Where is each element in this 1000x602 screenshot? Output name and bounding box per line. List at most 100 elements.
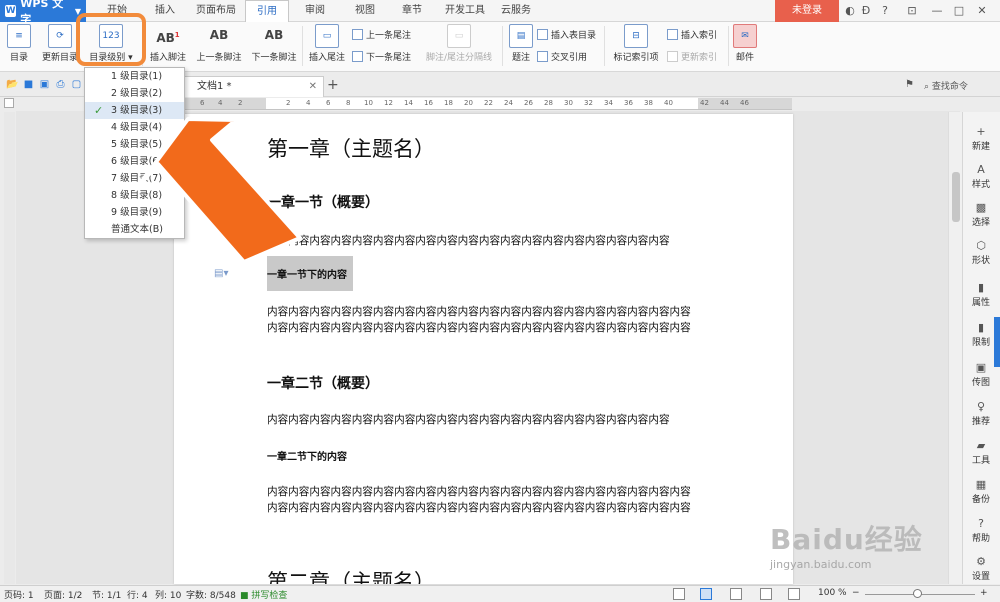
tab-insert[interactable]: 插入 [150, 0, 180, 22]
backup-icon: ▦ [975, 478, 987, 491]
ruler-number: 8 [346, 99, 351, 107]
watermark-url: jingyan.baidu.com [770, 558, 872, 571]
feedback-icon[interactable]: Ð [858, 3, 874, 19]
ruler-number: 32 [584, 99, 593, 107]
sidebar-item-recommend[interactable]: ♀ 推荐 [963, 399, 999, 427]
mark-index-icon: ⊟ [624, 24, 648, 48]
ruler-number: 12 [384, 99, 393, 107]
find-command-search[interactable]: ⌕ 查找命令 [924, 79, 968, 92]
close-tab-icon[interactable]: ✕ [309, 77, 317, 97]
prev-footnote-button[interactable]: AB 上一条脚注 [193, 24, 245, 63]
minimize-icon[interactable]: — [929, 3, 945, 19]
body-text: 内容内容内容内容内容内容内容内容内容内容内容内容内容内容内容内容内容内容内容 [267, 414, 670, 426]
toc-button[interactable]: ≡ 目录 [4, 24, 34, 63]
toc-level-2-option[interactable]: 2 级目录(2) [85, 85, 184, 102]
watermark-logo: Baidu经验 [770, 523, 923, 556]
toc-level-5-option[interactable]: 5 级目录(5) [85, 136, 184, 153]
toc-level-3-option[interactable]: ✓ 3 级目录(3) [85, 102, 184, 119]
print-icon[interactable]: ⎙ [54, 78, 67, 91]
insert-endnote-button[interactable]: ▭ 插入尾注 [306, 24, 348, 63]
update-toc-button[interactable]: ⟳ 更新目录 [40, 24, 80, 63]
close-icon[interactable]: ✕ [974, 3, 990, 19]
open-icon[interactable]: 📂 [6, 78, 19, 91]
ruler-number: 6 [200, 99, 205, 107]
status-page-code[interactable]: 页码: 1 [4, 588, 34, 601]
footnote-separator-button[interactable]: ▭ 脚注/尾注分隔线 [420, 24, 498, 63]
next-footnote-button[interactable]: AB 下一条脚注 [248, 24, 300, 63]
separator-icon: ▭ [447, 24, 471, 48]
vertical-ruler[interactable] [4, 112, 15, 584]
toc-level-7-option[interactable]: 7 级目录(7) [85, 170, 184, 187]
sidebar-item-shape[interactable]: ⬡ 形状 [963, 238, 999, 266]
pin-icon[interactable]: ⚑ [903, 78, 916, 91]
tab-cloud[interactable]: 云服务 [496, 0, 536, 22]
ruler-number: 34 [604, 99, 613, 107]
scrollbar-thumb[interactable] [952, 172, 960, 222]
sidebar-item-property[interactable]: ▮ 属性 [963, 280, 999, 308]
save-icon[interactable]: ■ [22, 78, 35, 91]
ribbon-divider [302, 26, 303, 66]
tab-view[interactable]: 视图 [350, 0, 380, 22]
spell-check-indicator[interactable]: ■ 拼写检查 [240, 588, 287, 601]
focus-mode-icon[interactable] [673, 588, 685, 600]
update-index-button[interactable]: 更新索引 [667, 50, 717, 63]
restore-icon[interactable]: ⊡ [904, 3, 920, 19]
maximize-icon[interactable]: □ [951, 3, 967, 19]
sidebar-item-style[interactable]: A 样式 [963, 162, 999, 190]
body-text: 内容内容内容内容内容内容内容内容内容内容内容内容内容内容内容内容内容内容内容内容 [267, 486, 691, 498]
chapter-heading: 第二章（主题名） [267, 570, 435, 584]
paragraph-handle-icon[interactable]: ▤▾ [214, 268, 228, 279]
status-word-count[interactable]: 字数: 8/548 [186, 588, 236, 601]
mail-button[interactable]: ✉ 邮件 [733, 24, 757, 63]
sidebar-item-backup[interactable]: ▦ 备份 [963, 477, 999, 505]
ruler-number: 26 [524, 99, 533, 107]
next-endnote-button[interactable]: 下一条尾注 [352, 50, 411, 63]
plain-text-option[interactable]: 普通文本(B) [85, 221, 184, 238]
document-tab[interactable]: 文档1 * ✕ [180, 76, 324, 97]
page-view-icon[interactable] [700, 588, 712, 600]
toc-level-9-option[interactable]: 9 级目录(9) [85, 204, 184, 221]
login-button[interactable]: 未登录 [775, 0, 839, 22]
shape-icon: ⬡ [976, 239, 986, 252]
ruler-corner[interactable] [4, 98, 14, 108]
sidebar-item-new[interactable]: + 新建 [963, 124, 999, 152]
sidebar-item-select[interactable]: ▩ 选择 [963, 200, 999, 228]
app-menu-button[interactable]: W WPS 文字 ▼ [0, 0, 86, 26]
ruler-number: 28 [544, 99, 553, 107]
add-tab-icon[interactable]: + [327, 76, 341, 94]
tab-review[interactable]: 审阅 [300, 0, 330, 22]
horizontal-ruler[interactable]: 6 4 2 2 4 6 8 10 12 14 16 18 20 22 24 26… [180, 98, 792, 110]
tab-developer[interactable]: 开发工具 [442, 0, 488, 22]
ribbon-divider [502, 26, 503, 66]
tab-chapter[interactable]: 章节 [397, 0, 427, 22]
preview-icon[interactable]: ▢ [70, 78, 83, 91]
title-bar: W WPS 文字 ▼ 开始 插入 页面布局 引用 审阅 视图 章节 开发工具 云… [0, 0, 1000, 26]
toc-level-1-option[interactable]: 1 级目录(1) [85, 68, 184, 85]
mark-index-button[interactable]: ⊟ 标记索引项 [610, 24, 662, 63]
toc-level-8-option[interactable]: 8 级目录(8) [85, 187, 184, 204]
insert-footnote-button[interactable]: AB1 插入脚注 [147, 24, 189, 63]
tab-page-layout[interactable]: 页面布局 [193, 0, 239, 22]
caption-button[interactable]: ▤ 题注 [508, 24, 534, 63]
export-pdf-icon[interactable]: ▣ [38, 78, 51, 91]
cross-reference-button[interactable]: 交叉引用 [537, 50, 587, 63]
toc-level-dropdown: 1 级目录(1) 2 级目录(2) ✓ 3 级目录(3) 4 级目录(4) 5 级… [84, 67, 185, 239]
vertical-scrollbar[interactable] [948, 112, 962, 584]
insert-table-of-figures-button[interactable]: 插入表目录 [537, 28, 596, 41]
skin-icon[interactable]: ◐ [842, 3, 858, 19]
sidebar-item-tool[interactable]: ▰ 工具 [963, 438, 999, 466]
prev-endnote-button[interactable]: 上一条尾注 [352, 28, 411, 41]
ruler-number: 2 [238, 99, 243, 107]
toc-level-4-option[interactable]: 4 级目录(4) [85, 119, 184, 136]
ruler-number: 36 [624, 99, 633, 107]
insert-index-button[interactable]: 插入索引 [667, 28, 717, 41]
ruler-number: 6 [326, 99, 331, 107]
zoom-in-icon[interactable]: + [980, 588, 988, 598]
help-icon[interactable]: ? [877, 3, 893, 19]
status-page[interactable]: 页面: 1/2 [44, 588, 82, 601]
toc-level-6-option[interactable]: 6 级目录(6) [85, 153, 184, 170]
outline-view-icon[interactable] [730, 588, 742, 600]
sidebar-toggle-handle[interactable] [994, 317, 1000, 367]
document-page[interactable]: 第一章（主题名） 一章一节（概要） 内容内容内容内容内容内容内容内容内容内容内容… [174, 114, 793, 584]
tab-references[interactable]: 引用 [245, 0, 289, 22]
